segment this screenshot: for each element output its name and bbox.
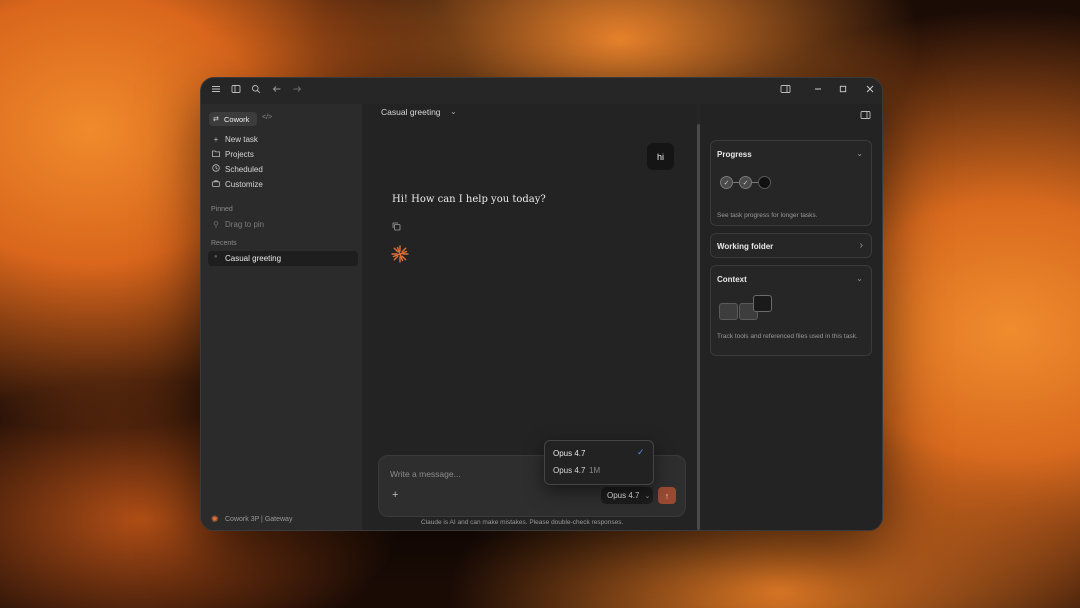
folder-icon xyxy=(211,150,221,159)
context-description: Track tools and referenced files used in… xyxy=(717,333,858,340)
account-footer[interactable]: Cowork 3P | Gateway xyxy=(225,516,292,523)
sidebar-item-new-task[interactable]: + New task xyxy=(211,132,258,146)
attach-plus-icon[interactable]: + xyxy=(392,489,398,501)
code-icon[interactable]: </> xyxy=(262,114,272,121)
copy-icon[interactable] xyxy=(392,218,401,236)
sidebar-item-label: Scheduled xyxy=(225,164,263,174)
step-pending-icon xyxy=(758,176,771,189)
model-option-name: Opus 4.7 xyxy=(553,466,586,475)
plus-icon: + xyxy=(213,134,219,144)
sidebar-item-label: New task xyxy=(225,134,258,144)
message-input[interactable]: Write a message... xyxy=(390,469,461,479)
close-icon[interactable] xyxy=(863,84,877,98)
context-panel[interactable]: Context ⌄ Track tools and referenced fil… xyxy=(710,265,872,356)
mode-label: Cowork xyxy=(224,115,250,124)
maximize-icon[interactable] xyxy=(836,84,850,98)
claude-logo-icon: ✺ xyxy=(211,514,219,524)
drag-to-pin-hint: ⚲ Drag to pin xyxy=(211,217,264,231)
context-title: Context xyxy=(717,275,747,284)
recent-item-casual-greeting[interactable]: ● Casual greeting xyxy=(208,251,358,266)
progress-steps: ✓ ✓ xyxy=(720,176,780,189)
recents-heading: Recents xyxy=(211,240,237,247)
model-selector[interactable]: Opus 4.7 ⌄ xyxy=(601,487,653,504)
right-panel: Progress ⌄ ✓ ✓ See task progress for lon… xyxy=(700,104,882,530)
swap-icon: ⇄ xyxy=(213,116,219,123)
model-option-suffix: 1M xyxy=(589,466,601,475)
progress-title: Progress xyxy=(717,150,752,159)
conversation-title[interactable]: Casual greeting xyxy=(381,107,441,117)
minimize-icon[interactable] xyxy=(811,84,825,98)
model-option-name: Opus 4.7 xyxy=(553,449,586,458)
progress-description: See task progress for longer tasks. xyxy=(717,212,818,219)
dot-icon: ● xyxy=(214,254,218,260)
model-selector-label: Opus 4.7 xyxy=(607,491,640,500)
disclaimer-text: Claude is AI and can make mistakes. Plea… xyxy=(421,519,624,526)
file-card-icon xyxy=(719,303,738,320)
chat-panel: Casual greeting ⌄ hi Hi! How can I help … xyxy=(362,104,697,530)
arrow-left-icon[interactable] xyxy=(270,84,284,98)
recent-item-label: Casual greeting xyxy=(225,254,282,263)
sidebar-item-projects[interactable]: Projects xyxy=(211,147,254,161)
panel-toggle-icon[interactable] xyxy=(860,107,871,125)
progress-panel[interactable]: Progress ⌄ ✓ ✓ See task progress for lon… xyxy=(710,140,872,226)
context-files-icon xyxy=(719,293,779,323)
sidebar-item-label: Customize xyxy=(225,179,263,189)
app-window: ⇄ Cowork </> + New task Projects Schedul… xyxy=(200,77,883,531)
sidebar-toggle-icon[interactable] xyxy=(229,84,243,98)
model-option-opus-4-7-1m[interactable]: Opus 4.7 1M xyxy=(545,463,651,479)
sidebar: ⇄ Cowork </> + New task Projects Schedul… xyxy=(201,104,362,530)
assistant-message: Hi! How can I help you today? xyxy=(392,194,546,205)
claude-spinner-icon xyxy=(390,244,410,269)
panel-icon[interactable] xyxy=(778,84,792,98)
search-icon[interactable] xyxy=(249,84,263,98)
pin-icon: ⚲ xyxy=(213,219,219,229)
hamburger-icon[interactable] xyxy=(209,84,223,98)
chevron-down-icon[interactable]: ⌄ xyxy=(856,274,863,283)
user-message-text: hi xyxy=(656,151,664,162)
working-folder-panel[interactable]: Working folder › xyxy=(710,233,872,258)
chevron-down-icon: ⌄ xyxy=(644,492,651,500)
chevron-right-icon[interactable]: › xyxy=(860,240,863,251)
arrow-up-icon: ↑ xyxy=(664,490,670,501)
step-complete-icon: ✓ xyxy=(720,176,733,189)
step-complete-icon: ✓ xyxy=(739,176,752,189)
sidebar-item-label: Projects xyxy=(225,149,254,159)
chevron-down-icon[interactable]: ⌄ xyxy=(450,107,457,116)
arrow-right-icon[interactable] xyxy=(290,84,304,98)
user-message: hi xyxy=(647,143,674,170)
title-bar xyxy=(201,78,882,104)
chevron-down-icon[interactable]: ⌄ xyxy=(856,149,863,158)
sidebar-item-scheduled[interactable]: Scheduled xyxy=(211,162,263,176)
pinned-heading: Pinned xyxy=(211,206,233,213)
send-button[interactable]: ↑ xyxy=(658,487,676,504)
file-card-icon xyxy=(753,295,772,312)
model-option-opus-4-7[interactable]: Opus 4.7 ✓ xyxy=(545,445,651,461)
clock-icon xyxy=(211,164,221,174)
mode-switch-cowork[interactable]: ⇄ Cowork xyxy=(209,112,257,126)
model-dropdown-menu: Opus 4.7 ✓ Opus 4.7 1M xyxy=(544,440,654,485)
checkmark-icon: ✓ xyxy=(637,447,645,457)
working-folder-title: Working folder xyxy=(717,242,774,251)
briefcase-icon xyxy=(211,179,221,189)
sidebar-item-customize[interactable]: Customize xyxy=(211,177,263,191)
